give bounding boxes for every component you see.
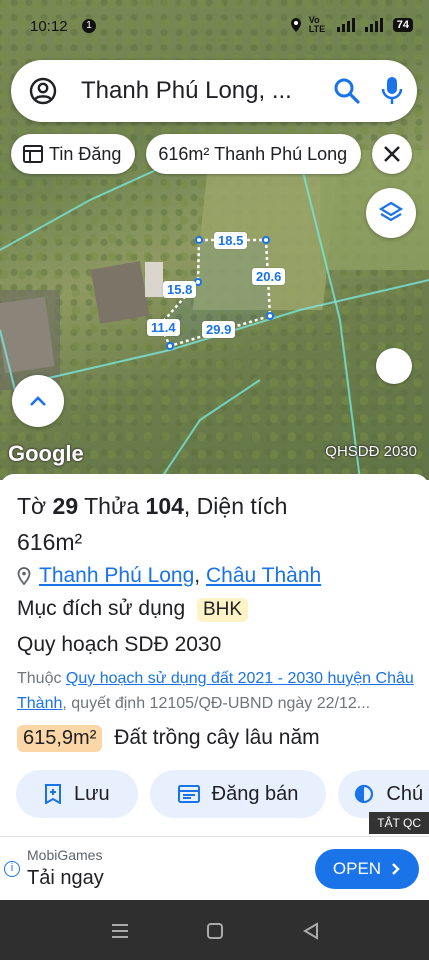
location-pin-icon (17, 567, 31, 585)
ad-cta-text: Tải ngay (27, 867, 104, 889)
search-bar[interactable]: Thanh Phú Long, ... (11, 60, 417, 122)
status-time: 10:12 (30, 18, 68, 35)
contrast-icon (355, 784, 374, 804)
bookmark-add-icon (45, 784, 61, 804)
status-bar: 10:12 1 Vo LTE 74 (30, 14, 413, 40)
edge-length-label: 11.4 (147, 319, 180, 336)
edge-length-label: 29.9 (202, 321, 236, 338)
notification-badge: 1 (82, 19, 96, 33)
ad-info-icon[interactable]: i (4, 861, 20, 877)
back-icon[interactable] (302, 922, 320, 940)
chip-parcel[interactable]: 616m² Thanh Phú Long (146, 134, 362, 174)
plan-title: Quy hoạch SDĐ 2030 (17, 633, 222, 656)
location-icon (290, 18, 301, 32)
post-sale-button[interactable]: Đăng bán (149, 770, 327, 818)
layer-label: QHSDĐ 2030 (325, 443, 417, 460)
battery-indicator: 74 (392, 18, 413, 32)
location-link-commune[interactable]: Thanh Phú Long (39, 564, 194, 587)
ad-banner[interactable]: i MobiGames Tải ngay OPEN (0, 836, 429, 900)
map-view[interactable]: 18.5 20.6 15.8 11.4 29.9 10:12 1 Vo LTE … (0, 0, 429, 480)
ruler-icon (384, 146, 401, 162)
to-label: Tờ (17, 493, 47, 519)
system-nav-bar (0, 900, 429, 960)
plan-suffix: , quyết định 12105/QĐ-UBND ngày 22/12... (62, 695, 371, 712)
microphone-icon[interactable] (381, 76, 403, 106)
edge-length-label: 18.5 (214, 232, 248, 249)
chip-listing[interactable]: Tin Đăng (11, 134, 136, 174)
listing-icon (177, 785, 200, 803)
layers-icon (378, 201, 404, 222)
signal-icon (364, 18, 383, 32)
parcel-title: Tờ 29 Thửa 104, Diện tích 616m² (17, 488, 417, 560)
area-label: , Diện tích (183, 493, 288, 519)
plan-description: Thuộc Quy hoạch sử dụng đất 2021 - 2030 … (17, 666, 417, 716)
save-label: Lưu (74, 782, 110, 805)
recent-apps-icon[interactable] (110, 922, 130, 940)
expand-up-button[interactable] (12, 375, 64, 427)
chip-row: Tin Đăng 616m² Thanh Phú Long (11, 134, 413, 174)
google-logo: Google (8, 441, 84, 466)
parcel-info-sheet: Tờ 29 Thửa 104, Diện tích 616m² Thanh Ph… (0, 474, 429, 836)
chevron-up-icon (30, 396, 46, 406)
land-type-label: Đất trồng cây lâu năm (114, 726, 320, 749)
to-value: 29 (52, 493, 79, 519)
land-type-row: 615,9m² Đất trồng cây lâu năm (17, 725, 320, 752)
thua-label: Thửa (84, 493, 140, 519)
search-icon[interactable] (333, 77, 361, 105)
compass-button[interactable] (376, 348, 412, 384)
purpose-code-badge: BHK (197, 598, 249, 622)
purpose-row: Mục đích sử dụng BHK (17, 597, 249, 622)
note-button[interactable]: Chú t (338, 770, 429, 818)
area-value: 616m² (17, 529, 83, 555)
close-ad-button[interactable]: TẮT QC (369, 812, 429, 834)
action-buttons: Lưu Đăng bán Chú t (16, 770, 429, 818)
listing-icon (23, 145, 43, 163)
edge-length-label: 20.6 (252, 268, 286, 285)
layers-button[interactable] (366, 188, 416, 238)
ad-open-label: OPEN (332, 859, 382, 878)
thua-value: 104 (145, 493, 184, 519)
chevron-right-icon (392, 863, 400, 875)
chip-measure[interactable] (372, 134, 413, 174)
save-button[interactable]: Lưu (16, 770, 138, 818)
land-area-badge: 615,9m² (17, 725, 103, 752)
ad-open-button[interactable]: OPEN (315, 849, 419, 889)
home-icon[interactable] (206, 922, 224, 940)
purpose-label: Mục đích sử dụng (17, 597, 186, 620)
note-label: Chú t (386, 782, 429, 805)
post-sale-label: Đăng bán (211, 782, 299, 805)
location-link-district[interactable]: Châu Thành (206, 564, 321, 587)
edge-length-label: 15.8 (163, 281, 197, 298)
parcel-location: Thanh Phú Long, Châu Thành (17, 564, 321, 588)
account-icon[interactable] (29, 77, 57, 105)
plan-prefix: Thuộc (17, 670, 66, 687)
search-input[interactable]: Thanh Phú Long, ... (81, 77, 292, 105)
signal-icon (336, 18, 355, 32)
chip-label: Tin Đăng (49, 143, 122, 164)
ad-advertiser: MobiGames (27, 847, 103, 863)
network-label: Vo LTE (308, 15, 326, 34)
chip-label: 616m² Thanh Phú Long (158, 143, 348, 164)
